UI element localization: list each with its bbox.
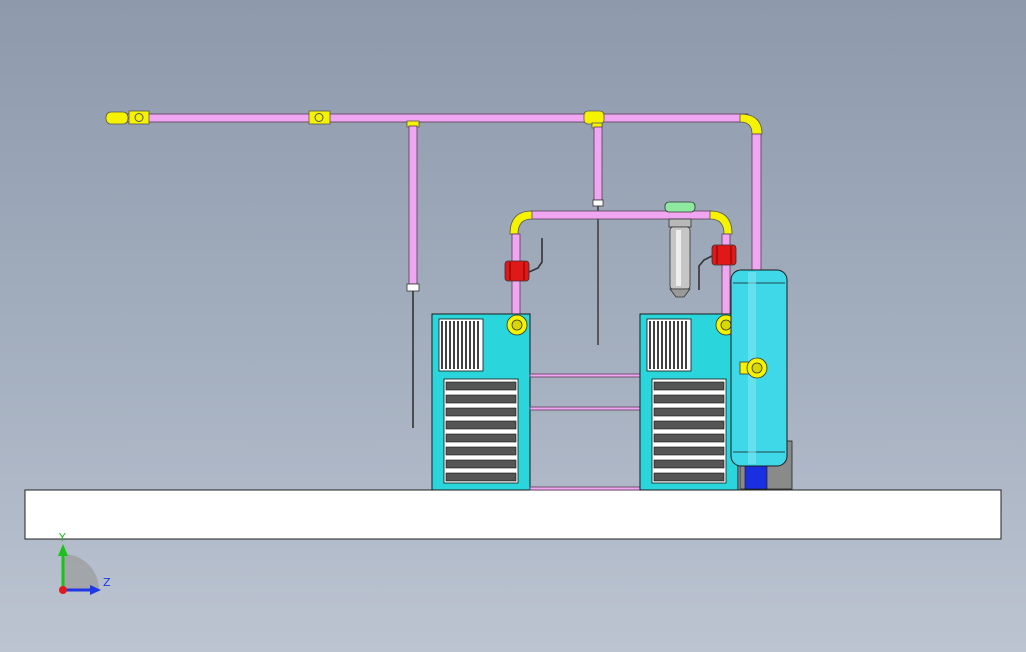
air-compressor-right[interactable]: [639, 313, 739, 491]
cad-viewport[interactable]: Y Z: [0, 0, 1026, 652]
main-header-pipe[interactable]: [105, 111, 763, 135]
floor-slab[interactable]: [24, 489, 1002, 540]
drop-pipe-middle[interactable]: [592, 126, 604, 345]
header-tee-middle[interactable]: [583, 110, 605, 129]
header-union-1[interactable]: [128, 110, 150, 125]
header-union-2[interactable]: [308, 110, 331, 125]
axis-y-label: Y: [59, 531, 66, 544]
air-compressor-left[interactable]: [431, 313, 531, 491]
air-receiver-tank[interactable]: [730, 269, 793, 490]
frame-rails: [529, 373, 642, 491]
riser-pipe-right[interactable]: [751, 133, 762, 275]
drop-pipe-left[interactable]: [406, 125, 420, 428]
ball-valve-right[interactable]: [698, 244, 737, 290]
ball-valve-left[interactable]: [504, 238, 543, 282]
plant-scene: [24, 110, 1002, 595]
compressor-manifold[interactable]: [509, 210, 733, 317]
axis-z-label: Z: [103, 576, 111, 589]
axis-triad: [58, 544, 101, 595]
